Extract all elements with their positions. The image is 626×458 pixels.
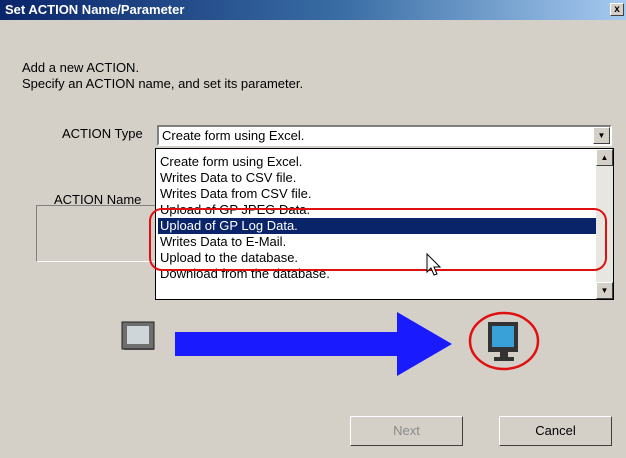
highlight-ring [149,208,607,271]
pc-monitor-icon [468,311,540,371]
next-button[interactable]: Next [350,416,463,446]
mouse-pointer-icon [426,252,442,276]
dialog-window: Set ACTION Name/Parameter x Add a new AC… [0,0,626,458]
cancel-button[interactable]: Cancel [499,416,612,446]
annotation-overlay [121,208,607,376]
display-device-icon [121,321,155,350]
flow-arrow-icon [175,312,452,376]
